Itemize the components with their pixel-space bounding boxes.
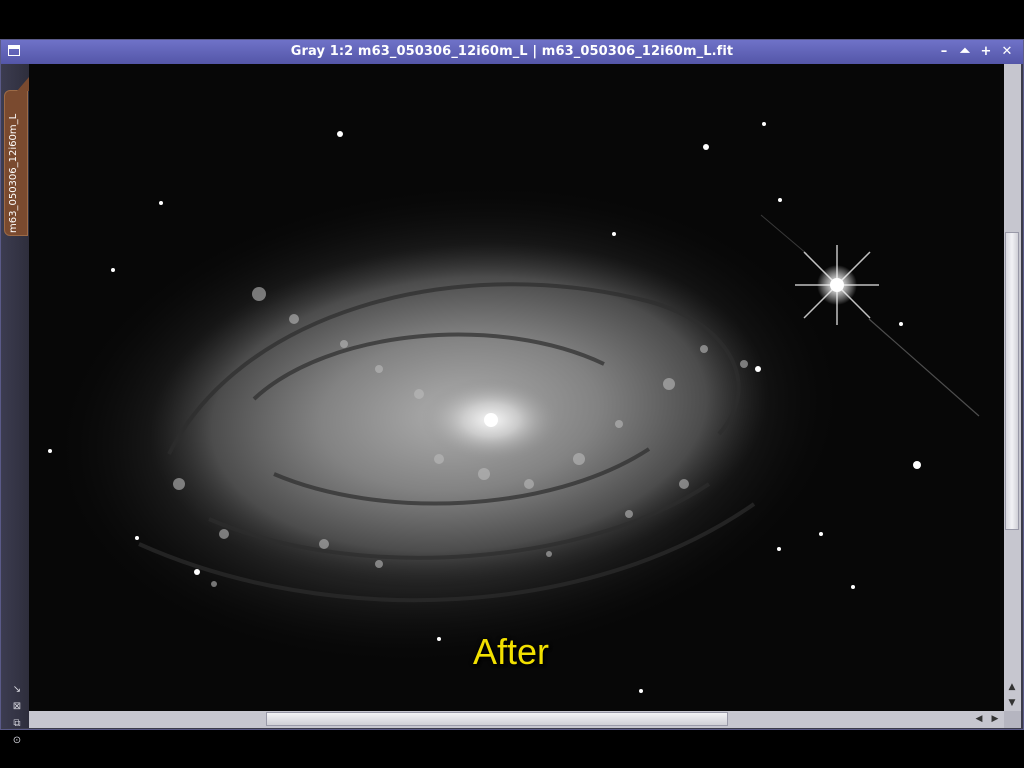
zoom-to-fit-icon[interactable]: ↘ xyxy=(11,684,23,696)
scroll-left-button[interactable]: ◀ xyxy=(973,713,985,725)
image-identifier-label: m63_050306_12i60m_L xyxy=(8,113,19,233)
scroll-right-button[interactable]: ▶ xyxy=(989,713,1001,725)
scroll-up-button[interactable]: ▲ xyxy=(1006,681,1018,693)
window-title: Gray 1:2 m63_050306_12i60m_L | m63_05030… xyxy=(290,44,734,59)
maximize-button[interactable]: + xyxy=(977,43,995,61)
shrink-window-icon[interactable]: ⧉ xyxy=(11,718,23,730)
scroll-down-button[interactable]: ▼ xyxy=(1006,697,1018,709)
image-window: Gray 1:2 m63_050306_12i60m_L | m63_05030… xyxy=(0,39,1024,746)
title-bar[interactable]: Gray 1:2 m63_050306_12i60m_L | m63_05030… xyxy=(1,40,1023,64)
close-button[interactable]: ✕ xyxy=(998,43,1016,61)
image-canvas[interactable]: After xyxy=(29,64,1004,711)
horizontal-scroll-thumb[interactable] xyxy=(266,712,728,726)
scrollbar-corner xyxy=(1004,711,1021,728)
horizontal-scrollbar[interactable]: ◀ ▶ xyxy=(29,711,1004,728)
vertical-scrollbar[interactable]: ▲ ▼ xyxy=(1004,64,1021,728)
minimize-button[interactable]: – xyxy=(935,43,953,61)
galaxy-image xyxy=(29,64,1004,711)
shade-button[interactable]: ⏶ xyxy=(956,43,974,61)
after-overlay-label: After xyxy=(473,631,550,672)
target-icon[interactable]: ⊙ xyxy=(11,735,23,747)
image-sidebar: m63_050306_12i60m_L ↘ ⊠ ⧉ ⊙ xyxy=(1,64,29,746)
vertical-scroll-thumb[interactable] xyxy=(1005,232,1019,530)
fit-window-icon[interactable]: ⊠ xyxy=(11,701,23,713)
image-identifier-tab[interactable]: m63_050306_12i60m_L xyxy=(4,77,29,236)
